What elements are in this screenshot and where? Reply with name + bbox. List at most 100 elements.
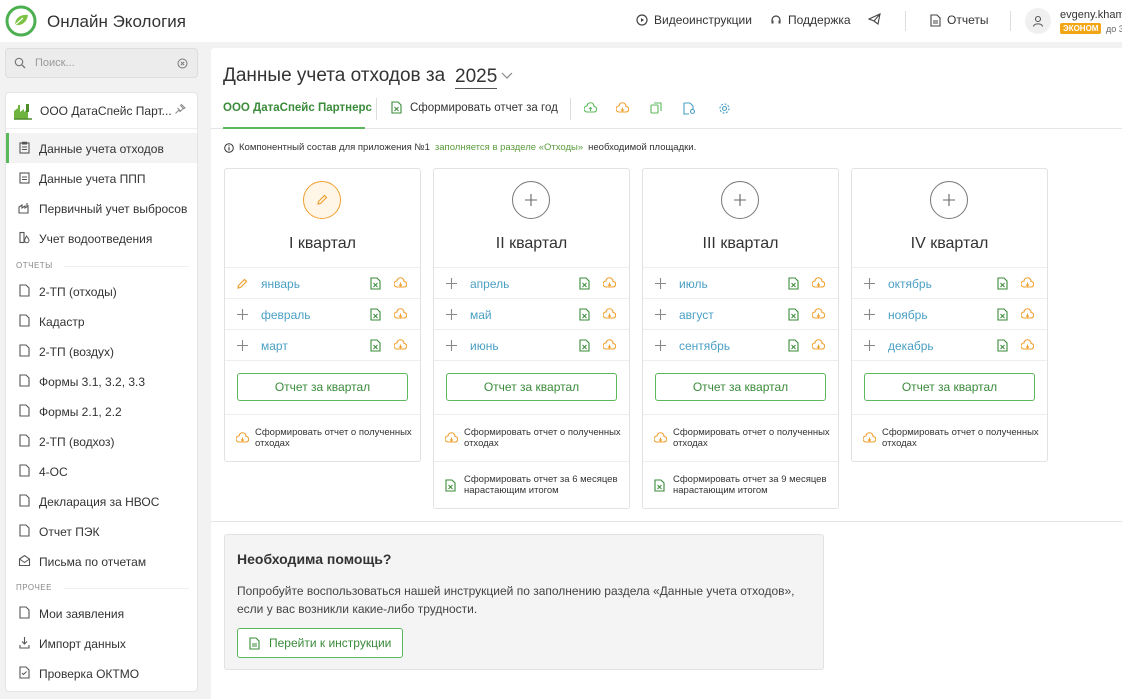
sidebar-item-ppp-data[interactable]: Данные учета ППП xyxy=(6,163,197,193)
tab-organization[interactable]: ООО ДатаСпейс Партнерс xyxy=(223,102,372,114)
plus-icon[interactable] xyxy=(654,277,667,290)
search-box[interactable]: Поиск... xyxy=(5,48,198,78)
month-link[interactable]: август xyxy=(679,308,714,322)
excel-icon[interactable] xyxy=(579,308,590,321)
sidebar-item-2tp-air[interactable]: 2-ТП (воздух) xyxy=(6,336,197,366)
cumulative-report-action[interactable]: Сформировать отчет за 9 месяцев нарастаю… xyxy=(643,461,838,508)
quarter-report-button[interactable]: Отчет за квартал xyxy=(237,373,408,401)
month-link[interactable]: сентябрь xyxy=(679,339,730,353)
download-cloud-icon[interactable] xyxy=(1021,339,1034,351)
month-link[interactable]: декабрь xyxy=(888,339,934,353)
download-cloud-icon[interactable] xyxy=(812,308,825,320)
plus-icon[interactable] xyxy=(863,308,876,321)
excel-icon[interactable] xyxy=(370,308,381,321)
plus-icon[interactable] xyxy=(863,277,876,290)
month-link[interactable]: апрель xyxy=(470,277,509,291)
plus-icon[interactable] xyxy=(654,308,667,321)
sidebar-item-nvos[interactable]: Декларация за НВОС xyxy=(6,486,197,516)
sidebar-item-forms-3[interactable]: Формы 3.1, 3.2, 3.3 xyxy=(6,366,197,396)
chevron-down-icon[interactable] xyxy=(501,72,513,80)
generate-year-report-button[interactable]: Сформировать отчет за год xyxy=(391,101,558,114)
video-instructions-link[interactable]: Видеоинструкции xyxy=(636,13,752,27)
quarter-report-button[interactable]: Отчет за квартал xyxy=(864,373,1035,401)
avatar[interactable] xyxy=(1025,8,1051,34)
sidebar-item-letters[interactable]: Письма по отчетам xyxy=(6,546,197,576)
download-cloud-icon[interactable] xyxy=(394,308,407,320)
plus-icon[interactable] xyxy=(445,339,458,352)
plus-icon[interactable] xyxy=(445,277,458,290)
plus-icon[interactable] xyxy=(236,308,249,321)
download-cloud-icon[interactable] xyxy=(394,339,407,351)
download-cloud-icon[interactable] xyxy=(603,308,616,320)
sidebar-item-cadastre[interactable]: Кадастр xyxy=(6,306,197,336)
excel-icon[interactable] xyxy=(788,308,799,321)
quarter-report-button[interactable]: Отчет за квартал xyxy=(446,373,617,401)
copy-icon[interactable] xyxy=(650,102,662,114)
excel-icon[interactable] xyxy=(997,339,1008,352)
support-link[interactable]: Поддержка xyxy=(770,13,851,27)
sidebar-item-pek[interactable]: Отчет ПЭК xyxy=(6,516,197,546)
sidebar-item-applications[interactable]: Мои заявления xyxy=(6,598,197,628)
month-link[interactable]: ноябрь xyxy=(888,308,928,322)
month-link[interactable]: январь xyxy=(261,277,300,291)
sidebar-item-forms-2[interactable]: Формы 2.1, 2.2 xyxy=(6,396,197,426)
logo-icon[interactable] xyxy=(5,5,37,37)
plus-icon[interactable] xyxy=(654,339,667,352)
excel-icon[interactable] xyxy=(997,277,1008,290)
cumulative-report-action[interactable]: Сформировать отчет за 6 месяцев нарастаю… xyxy=(434,461,629,508)
plus-icon[interactable] xyxy=(236,339,249,352)
excel-icon[interactable] xyxy=(788,277,799,290)
download-cloud-icon[interactable] xyxy=(603,277,616,289)
clear-icon[interactable] xyxy=(177,58,188,69)
month-link[interactable]: февраль xyxy=(261,308,311,322)
received-waste-report-action[interactable]: Сформировать отчет о полученных отходах xyxy=(225,414,420,461)
gear-icon[interactable] xyxy=(718,102,731,115)
add-quarter-button[interactable] xyxy=(930,181,968,219)
sidebar-item-import[interactable]: Импорт данных xyxy=(6,628,197,658)
month-link[interactable]: март xyxy=(261,339,288,353)
download-cloud-icon[interactable] xyxy=(1021,277,1034,289)
download-cloud-icon[interactable] xyxy=(616,102,629,114)
document-settings-icon[interactable] xyxy=(683,102,696,115)
month-link[interactable]: май xyxy=(470,308,492,322)
download-cloud-icon[interactable] xyxy=(603,339,616,351)
telegram-link[interactable] xyxy=(868,13,881,25)
received-waste-report-action[interactable]: Сформировать отчет о полученных отходах xyxy=(852,414,1047,461)
sidebar-item-emissions[interactable]: Первичный учет выбросов xyxy=(6,193,197,223)
excel-icon[interactable] xyxy=(579,339,590,352)
waste-section-link[interactable]: заполняется в разделе «Отходы» xyxy=(435,142,583,153)
plus-icon[interactable] xyxy=(863,339,876,352)
received-waste-report-action[interactable]: Сформировать отчет о полученных отходах xyxy=(434,414,629,461)
sidebar-item-2tp-waste[interactable]: 2-ТП (отходы) xyxy=(6,276,197,306)
sidebar-item-oktmo[interactable]: Проверка ОКТМО xyxy=(6,658,197,688)
sidebar-item-4os[interactable]: 4-ОС xyxy=(6,456,197,486)
org-selector[interactable]: ООО ДатаСпейс Парт... xyxy=(6,93,197,129)
download-cloud-icon[interactable] xyxy=(394,277,407,289)
edit-quarter-button[interactable] xyxy=(303,181,341,219)
add-quarter-button[interactable] xyxy=(721,181,759,219)
plus-icon[interactable] xyxy=(445,308,458,321)
month-link[interactable]: июнь xyxy=(470,339,499,353)
download-cloud-icon[interactable] xyxy=(812,339,825,351)
search-input[interactable]: Поиск... xyxy=(35,57,75,69)
download-cloud-icon[interactable] xyxy=(1021,308,1034,320)
upload-cloud-icon[interactable] xyxy=(584,102,597,114)
pin-icon[interactable] xyxy=(174,103,186,115)
received-waste-report-action[interactable]: Сформировать отчет о полученных отходах xyxy=(643,414,838,461)
pencil-icon[interactable] xyxy=(236,277,249,290)
month-link[interactable]: июль xyxy=(679,277,708,291)
month-link[interactable]: октябрь xyxy=(888,277,932,291)
sidebar-item-2tp-water[interactable]: 2-ТП (водхоз) xyxy=(6,426,197,456)
excel-icon[interactable] xyxy=(997,308,1008,321)
excel-icon[interactable] xyxy=(370,339,381,352)
sidebar-item-waste-data[interactable]: Данные учета отходов xyxy=(6,133,197,163)
reports-link[interactable]: Отчеты xyxy=(930,13,988,27)
quarter-report-button[interactable]: Отчет за квартал xyxy=(655,373,826,401)
year-select[interactable]: 2025 xyxy=(455,66,498,89)
excel-icon[interactable] xyxy=(788,339,799,352)
excel-icon[interactable] xyxy=(370,277,381,290)
user-name[interactable]: evgeny.khame xyxy=(1060,9,1122,21)
add-quarter-button[interactable] xyxy=(512,181,550,219)
open-instruction-button[interactable]: Перейти к инструкции xyxy=(237,628,404,658)
excel-icon[interactable] xyxy=(579,277,590,290)
